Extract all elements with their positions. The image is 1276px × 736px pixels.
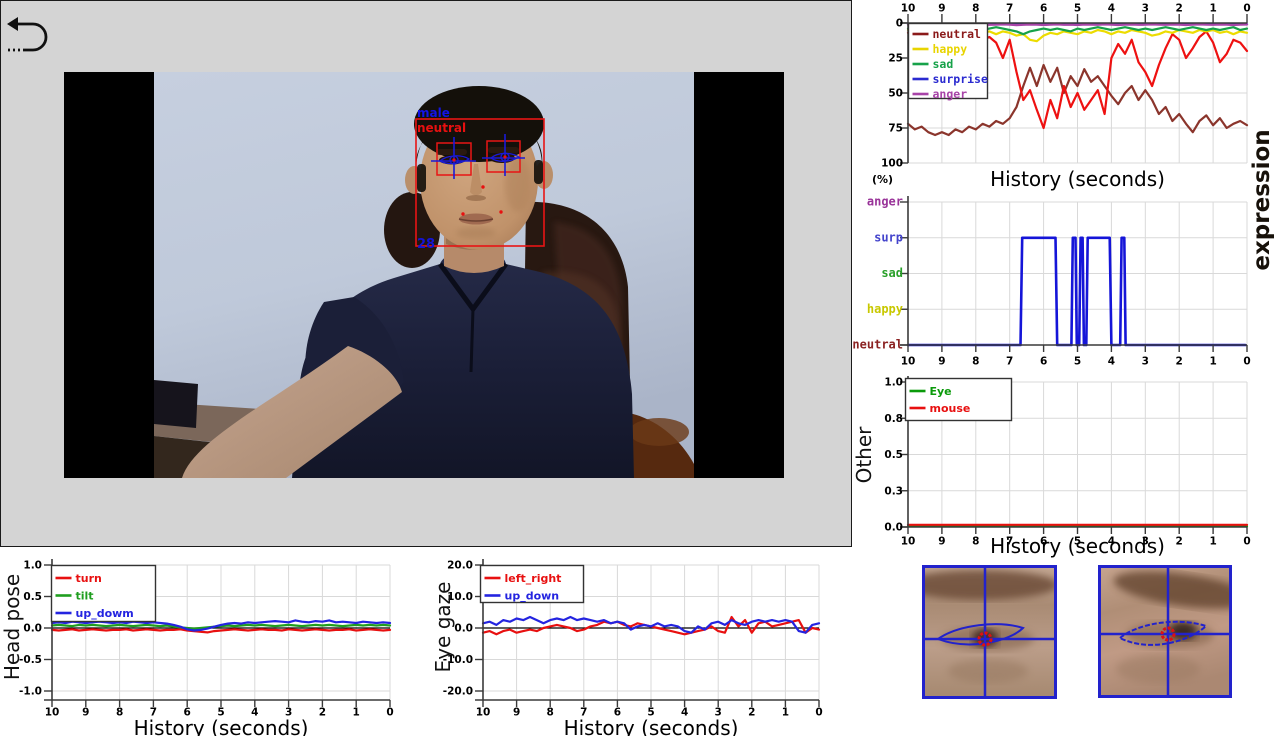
x-tick-label: 4 <box>1108 356 1115 368</box>
y-tick-label: 0.5 <box>23 591 42 603</box>
gender-label: male <box>417 106 450 120</box>
legend-label: surprise <box>933 72 988 86</box>
y-tick-label: happy <box>867 302 903 316</box>
y-tick-label: -1.0 <box>19 686 42 698</box>
undo-button[interactable] <box>5 13 53 59</box>
legend-label: turn <box>76 572 102 585</box>
legend-label: tilt <box>76 589 94 602</box>
camera-panel: male neutral 28 <box>0 0 852 547</box>
chart-expression-history: 1098765432100255075100neutralhappysadsur… <box>881 3 1251 170</box>
expression-label: neutral <box>417 121 466 135</box>
app-window: { "window": { "undo_icon": "undo-return-… <box>0 0 1276 736</box>
series-up_down <box>483 617 819 633</box>
series-up_dowm <box>52 620 390 630</box>
eye-gaze-history-title: History (seconds) <box>483 716 819 736</box>
right-eye-crop <box>1098 565 1232 698</box>
y-tick-label: 1.0 <box>884 377 903 389</box>
x-tick-label: 10 <box>901 3 916 15</box>
y-tick-label: 0 <box>896 18 903 30</box>
x-tick-label: 0 <box>1243 3 1250 15</box>
y-tick-label: 0.0 <box>454 623 473 635</box>
undo-return-arrow-icon <box>5 13 53 59</box>
camera-image: male neutral 28 <box>154 72 694 478</box>
y-tick-label: 20.0 <box>447 560 473 572</box>
x-tick-label: 5 <box>1074 3 1081 15</box>
expression-axis-label: expression <box>1249 129 1275 270</box>
chart-expression-state: 109876543210angersurpsadhappyneutral <box>852 195 1250 368</box>
y-tick-label: 0.0 <box>884 522 903 534</box>
left-eye-crop <box>922 565 1057 699</box>
expression-history-title: History (seconds) <box>908 167 1247 191</box>
legend-label: mouse <box>930 402 971 415</box>
x-tick-label: 1 <box>1209 3 1216 15</box>
legend-label: Eye <box>930 385 952 398</box>
legend-label: sad <box>933 57 954 71</box>
x-tick-label: 10 <box>901 356 916 368</box>
y-tick-label: anger <box>867 195 903 209</box>
x-tick-label: 2 <box>1176 356 1183 368</box>
x-tick-label: 6 <box>1040 356 1047 368</box>
x-tick-label: 9 <box>938 3 945 15</box>
other-history-title: History (seconds) <box>908 534 1247 558</box>
series-left_right <box>483 617 819 634</box>
y-tick-label: 0.0 <box>23 623 42 635</box>
legend-label: up_dowm <box>76 607 134 620</box>
series-unlabeled_red <box>908 31 1247 128</box>
series-expression_state <box>908 238 1245 345</box>
y-tick-label: 50 <box>888 88 903 100</box>
head-pose-history-title: History (seconds) <box>52 716 390 736</box>
legend-label: anger <box>933 87 968 101</box>
x-tick-label: 7 <box>1006 3 1013 15</box>
x-tick-label: 3 <box>1142 356 1149 368</box>
y-tick-label: neutral <box>852 338 903 352</box>
x-tick-label: 9 <box>938 356 945 368</box>
x-tick-label: 8 <box>972 3 979 15</box>
x-tick-label: 3 <box>1142 3 1149 15</box>
series-turn <box>52 629 390 632</box>
chart-head-pose: 1098765432101.00.50.0-0.5-1.0turntiltup_… <box>19 559 394 719</box>
series-anger <box>908 24 1247 25</box>
legend-box <box>52 566 156 622</box>
series-happy <box>908 29 1247 42</box>
y-tick-label: 75 <box>888 123 903 135</box>
legend-label: up_down <box>505 589 560 602</box>
y-tick-label: 1.0 <box>23 560 42 572</box>
y-tick-label: -20.0 <box>443 686 473 698</box>
x-tick-label: 8 <box>972 356 979 368</box>
legend-label: left_right <box>505 572 562 585</box>
x-tick-label: 4 <box>1108 3 1115 15</box>
x-tick-label: 7 <box>1006 356 1013 368</box>
chart-eye-gaze: 10987654321020.010.00.0-10.0-20.0left_ri… <box>443 559 823 719</box>
legend-box <box>481 566 584 603</box>
series-tilt <box>52 625 390 629</box>
x-tick-label: 5 <box>1074 356 1081 368</box>
y-tick-label: 100 <box>881 158 903 170</box>
x-tick-label: 0 <box>1243 356 1250 368</box>
video-frame: male neutral 28 <box>64 72 784 478</box>
age-label: 28 <box>417 237 435 252</box>
y-tick-label: 25 <box>888 53 903 65</box>
y-tick-label: 0.5 <box>884 449 903 461</box>
eye-gaze-axis-label: Eye gaze <box>431 582 455 673</box>
x-tick-label: 1 <box>1209 356 1216 368</box>
x-tick-label: 2 <box>1176 3 1183 15</box>
y-tick-label: sad <box>881 266 903 280</box>
series-neutral <box>908 65 1247 135</box>
percent-unit-label: (%) <box>872 173 893 186</box>
legend-label: neutral <box>933 27 982 41</box>
x-tick-label: 6 <box>1040 3 1047 15</box>
legend-label: happy <box>933 42 968 56</box>
other-axis-label: Other <box>852 427 876 484</box>
legend-box <box>906 379 1012 421</box>
y-tick-label: 0.8 <box>884 413 903 425</box>
legend-box <box>909 24 988 99</box>
head-pose-axis-label: Head pose <box>0 574 24 680</box>
chart-other: 1098765432101.00.80.50.30.0Eyemouse <box>884 376 1250 548</box>
series-sad <box>908 27 1247 34</box>
y-tick-label: surp <box>874 230 903 244</box>
y-tick-label: 0.3 <box>884 485 903 497</box>
